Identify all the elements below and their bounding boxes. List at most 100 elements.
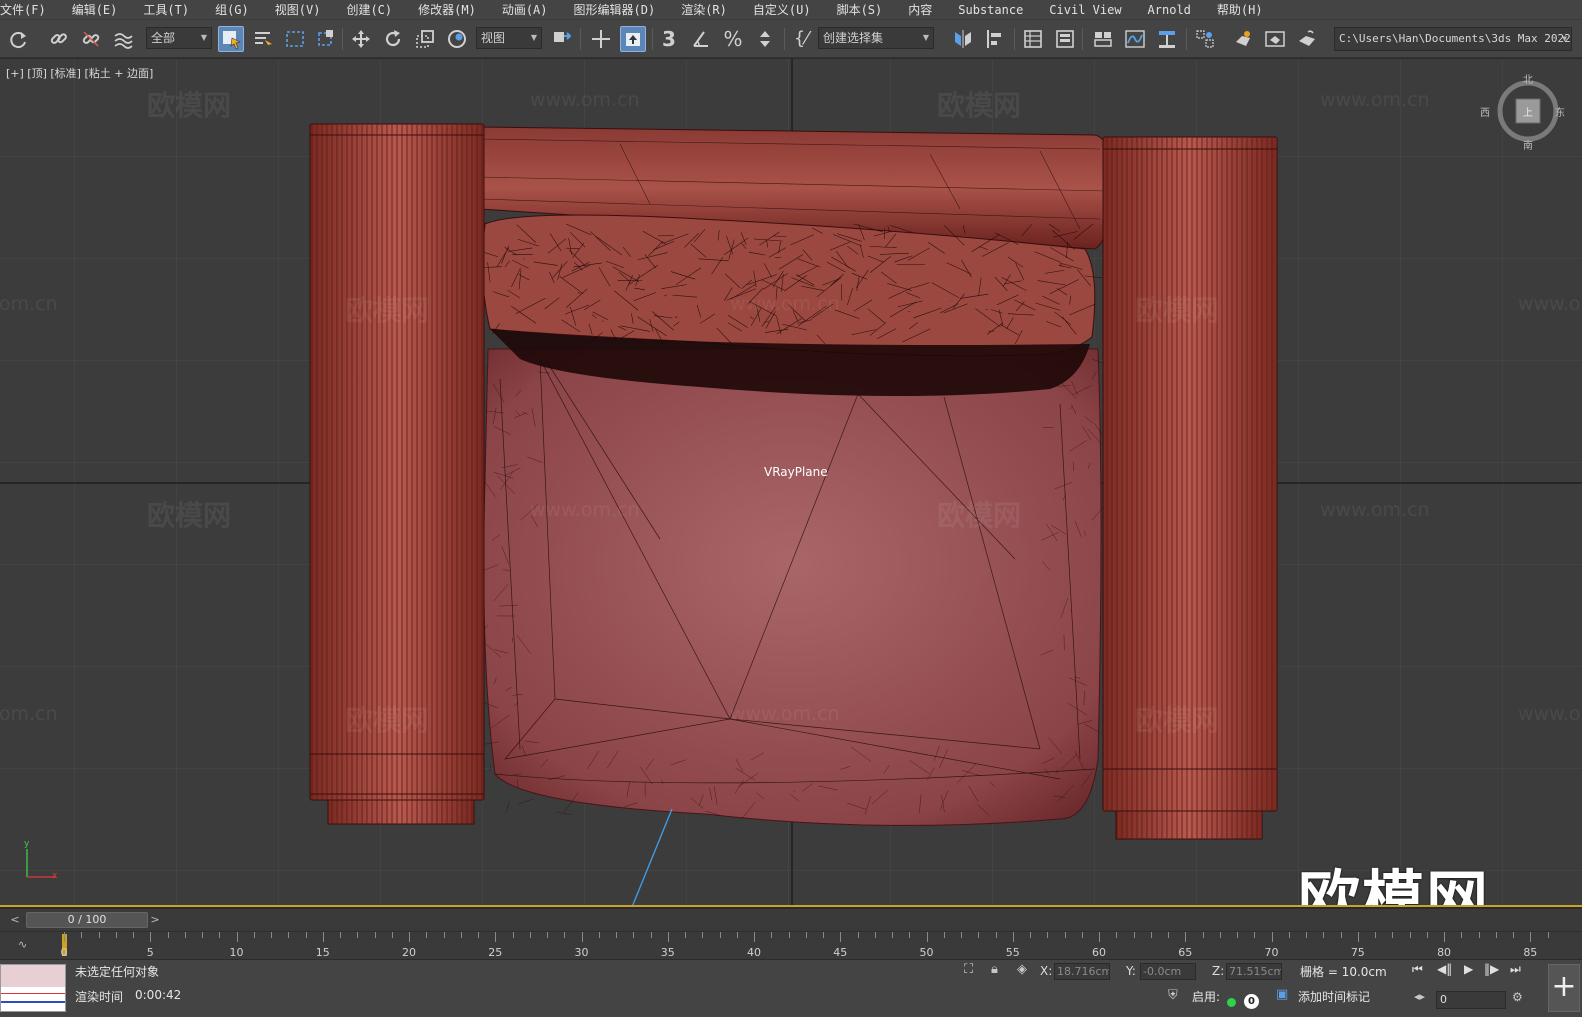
viewport-label[interactable]: [+] [顶] [标准] [粘土 + 边面]	[6, 65, 153, 81]
menu-item[interactable]: 组(G)	[202, 0, 262, 20]
ruler-label: 15	[315, 946, 330, 959]
menu-item[interactable]: Civil View	[1036, 0, 1134, 20]
align-icon[interactable]	[982, 26, 1008, 52]
render-setup-icon[interactable]	[1230, 26, 1256, 52]
previous-frame-icon[interactable]: ◀‖	[1437, 962, 1452, 976]
menu-item[interactable]: 工具(T)	[130, 0, 202, 20]
snap-3d-icon[interactable]: 3	[656, 26, 682, 52]
absolute-mode-icon[interactable]: ◈	[1017, 962, 1027, 977]
spinner-snap-icon[interactable]	[752, 26, 778, 52]
go-to-start-icon[interactable]: ⏮	[1412, 962, 1423, 977]
menu-item[interactable]: 修改器(M)	[405, 0, 489, 20]
project-path-field[interactable]: C:\Users\Han\Documents\3ds Max 2022 ▼	[1334, 27, 1572, 51]
menu-item[interactable]: 脚本(S)	[824, 0, 896, 20]
selection-lock-icon[interactable]: ⛶	[964, 962, 973, 977]
menu-item[interactable]: 渲染(R)	[668, 0, 740, 20]
reference-coord-dropdown[interactable]: 视图 ▼	[476, 27, 542, 49]
viewcube-east[interactable]: 东	[1555, 104, 1565, 119]
menu-item[interactable]: 帮助(H)	[1204, 0, 1276, 20]
next-frame-icon[interactable]: ‖▶	[1484, 962, 1499, 976]
viewcube-north[interactable]: 北	[1523, 71, 1533, 86]
window-crossing-icon[interactable]	[314, 26, 340, 52]
bind-spacewarp-icon[interactable]	[110, 26, 136, 52]
z-coord-field[interactable]: 71.515cm	[1226, 963, 1282, 980]
named-selection-dropdown[interactable]: 创建选择集 ▼	[818, 27, 934, 49]
time-config-icon[interactable]: ⚙	[1512, 990, 1523, 1004]
viewport-top[interactable]: [+] [顶] [标准] [粘土 + 边面] 欧模网 www.om.cn 欧模网…	[0, 59, 1582, 907]
time-prev-button[interactable]: <	[8, 912, 22, 928]
menu-item[interactable]: 图形编辑器(D)	[561, 0, 669, 20]
scale-icon[interactable]	[412, 26, 438, 52]
link-icon[interactable]	[46, 26, 72, 52]
pivot-icon[interactable]	[548, 26, 574, 52]
current-frame-field[interactable]: 0	[1436, 991, 1506, 1009]
menu-item[interactable]: 视图(V)	[262, 0, 334, 20]
menu-item[interactable]: 动画(A)	[489, 0, 561, 20]
curve-editor-icon[interactable]	[1122, 26, 1148, 52]
maxscript-listener[interactable]	[0, 964, 66, 1012]
mirror-icon[interactable]	[950, 26, 976, 52]
ruler-tick	[1133, 932, 1135, 938]
key-mode-icon[interactable]: ◂▸	[1414, 990, 1425, 1003]
rect-region-icon[interactable]	[282, 26, 308, 52]
x-coord-field[interactable]: 18.716cm	[1054, 963, 1110, 980]
viewcube[interactable]: 北 南 西 东 上	[1480, 75, 1565, 152]
manipulate-icon[interactable]	[588, 26, 614, 52]
rendered-frame-icon[interactable]	[1262, 26, 1288, 52]
menu-item[interactable]: 自定义(U)	[740, 0, 824, 20]
ruler-label: 20	[402, 946, 417, 959]
viewcube-west[interactable]: 西	[1480, 104, 1490, 119]
ruler-tick	[1219, 932, 1221, 938]
placement-icon[interactable]	[444, 26, 470, 52]
y-coord-field[interactable]: -0.0cm	[1140, 963, 1196, 980]
lock-icon[interactable]: 🔒︎	[991, 962, 998, 977]
ruler-tick	[1012, 932, 1014, 942]
ruler-tick	[995, 932, 997, 938]
menu-item[interactable]: 编辑(E)	[59, 0, 131, 20]
menu-item[interactable]: Substance	[945, 0, 1036, 20]
select-by-name-icon[interactable]	[250, 26, 276, 52]
unlink-icon[interactable]	[78, 26, 104, 52]
track-bar[interactable]: ∿ 0 5 10 15 20 25 30 35 40 45 50 55 60 65 70 75 80 85	[0, 931, 1582, 959]
keyboard-shortcut-icon[interactable]	[620, 26, 646, 52]
menu-item[interactable]: 内容	[895, 0, 945, 20]
ribbon-icon[interactable]	[1090, 26, 1116, 52]
menu-item[interactable]: Arnold	[1135, 0, 1204, 20]
add-button[interactable]: +	[1548, 964, 1580, 1012]
angle-snap-icon[interactable]	[688, 26, 714, 52]
watermark-brand: 欧模网	[147, 89, 232, 122]
render-icon[interactable]	[1294, 26, 1320, 52]
selection-filter-dropdown[interactable]: 全部 ▼	[146, 27, 212, 49]
rotate-icon[interactable]	[380, 26, 406, 52]
viewcube-face-top[interactable]: 上	[1523, 104, 1533, 119]
adaptive-degradation-icon[interactable]: ⛨	[1168, 988, 1178, 1003]
move-icon[interactable]	[348, 26, 374, 52]
ruler-tick	[1461, 932, 1463, 938]
time-slider[interactable]: < 0 / 100 >	[0, 909, 1582, 931]
frame-ruler[interactable]: 0 5 10 15 20 25 30 35 40 45 50 55 60 65 70 75 80 85	[60, 932, 1570, 960]
layer-explorer-icon[interactable]	[1052, 26, 1078, 52]
edit-named-sets-icon[interactable]: {⁄	[788, 26, 814, 52]
mini-curve-editor-icon[interactable]: ∿	[18, 938, 27, 951]
menu-item[interactable]: 文件(F)	[0, 0, 59, 20]
time-slider-thumb[interactable]: 0 / 100	[26, 912, 148, 928]
ruler-label: 0	[60, 946, 68, 959]
menu-item[interactable]: 创建(C)	[333, 0, 405, 20]
material-editor-icon[interactable]	[1192, 26, 1218, 52]
add-time-tag[interactable]: 添加时间标记	[1298, 988, 1370, 1005]
ruler-tick	[1168, 932, 1170, 938]
ruler-tick	[322, 932, 324, 942]
redo-icon[interactable]	[6, 26, 32, 52]
time-tag-icon[interactable]: ▣	[1276, 987, 1288, 1002]
ruler-tick	[892, 932, 894, 938]
viewcube-south[interactable]: 南	[1523, 137, 1533, 152]
enable-status-dot[interactable]	[1227, 998, 1236, 1007]
go-to-end-icon[interactable]: ⏭	[1510, 962, 1521, 977]
scene-explorer-icon[interactable]	[1020, 26, 1046, 52]
percent-snap-icon[interactable]: %	[720, 26, 746, 52]
schematic-view-icon[interactable]	[1154, 26, 1180, 52]
play-icon[interactable]: ▶	[1464, 962, 1473, 976]
select-object-icon[interactable]	[218, 26, 244, 52]
time-next-button[interactable]: >	[148, 912, 162, 928]
ruler-tick	[340, 932, 341, 938]
